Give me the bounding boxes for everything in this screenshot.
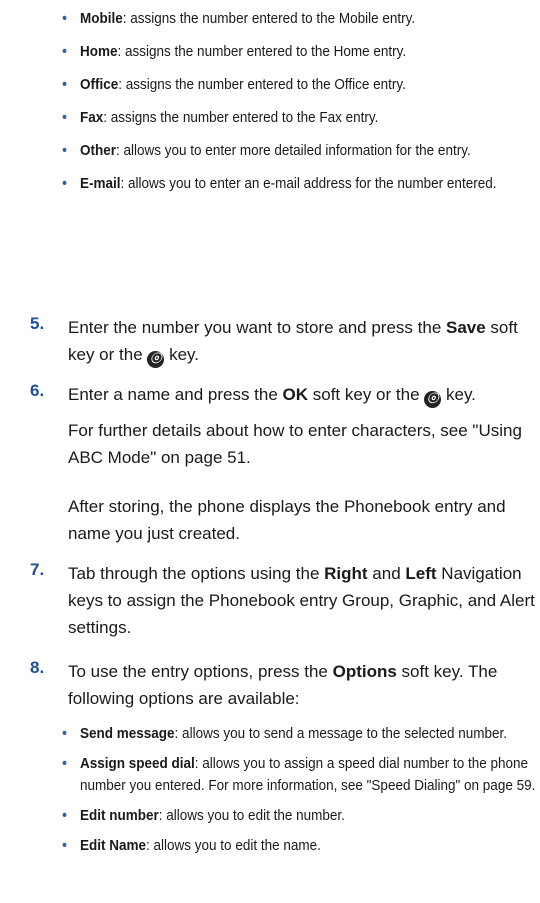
option-desc: : allows you to enter an e-mail address … [120, 175, 497, 192]
list-item: • Fax: assigns the number entered to the … [62, 105, 540, 130]
option-desc: : allows you to enter more detailed info… [116, 142, 471, 159]
bullet-icon: • [62, 725, 68, 742]
step-text: Enter the number you want to store and p… [68, 314, 538, 368]
entry-options-list: • Send message: allows you to send a mess… [62, 723, 535, 865]
option-term: Home [80, 43, 118, 60]
step-number: 7. [30, 560, 45, 579]
option-term: Assign speed dial [80, 755, 195, 772]
bullet-icon: • [62, 755, 68, 772]
step-number: 8. [30, 658, 45, 677]
list-item: • Edit number: allows you to edit the num… [62, 805, 540, 827]
option-term: Edit Name [80, 837, 147, 854]
option-desc: : assigns the number entered to the Offi… [118, 76, 406, 93]
step-number: 5. [30, 314, 45, 333]
step-note: For further details about how to enter c… [68, 421, 522, 467]
option-desc: : assigns the number entered to the Mobi… [122, 10, 416, 27]
option-term: Other [80, 142, 117, 159]
list-item: • Send message: allows you to send a mess… [62, 723, 540, 745]
ok-key-icon: ⓞ [147, 351, 165, 368]
list-item: • E-mail: allows you to enter an e-mail a… [62, 171, 540, 196]
bullet-icon: • [62, 807, 68, 824]
option-desc: : allows you to edit the name. [146, 837, 321, 854]
bullet-icon: • [62, 76, 68, 93]
option-term: Office [80, 76, 119, 93]
number-type-list: • Mobile: assigns the number entered to t… [62, 6, 522, 204]
option-desc: : allows you to edit the number. [158, 807, 345, 824]
list-item: • Mobile: assigns the number entered to t… [62, 6, 540, 31]
manual-page: • Mobile: assigns the number entered to t… [0, 0, 540, 903]
option-term: Mobile [80, 10, 123, 27]
list-item: • Other: allows you to enter more detaile… [62, 138, 540, 163]
ok-key-icon: ⓞ [424, 391, 442, 408]
step-text: Enter a name and press the OK soft key o… [68, 381, 538, 408]
bullet-icon: • [62, 837, 68, 854]
list-item: • Home: assigns the number entered to the… [62, 39, 540, 64]
step-text: Tab through the options using the Right … [68, 564, 535, 637]
option-desc: : assigns the number entered to the Home… [117, 43, 407, 60]
bullet-icon: • [62, 10, 68, 27]
option-desc: : assigns the number entered to the Fax … [103, 109, 379, 126]
option-desc: : allows you to send a message to the se… [174, 725, 508, 742]
list-item: • Assign speed dial: allows you to assign… [62, 753, 540, 797]
bullet-icon: • [62, 109, 68, 126]
step-text: To use the entry options, press the Opti… [68, 662, 498, 708]
list-item: • Office: assigns the number entered to t… [62, 72, 540, 97]
option-term: E-mail [80, 175, 121, 192]
list-item: • Edit Name: allows you to edit the name. [62, 835, 540, 857]
bullet-icon: • [62, 175, 68, 192]
option-term: Edit number [80, 807, 159, 824]
bullet-icon: • [62, 43, 68, 60]
option-term: Send message [80, 725, 175, 742]
step-note: After storing, the phone displays the Ph… [68, 497, 506, 543]
step-number: 6. [30, 381, 45, 400]
option-term: Fax [80, 109, 104, 126]
bullet-icon: • [62, 142, 68, 159]
